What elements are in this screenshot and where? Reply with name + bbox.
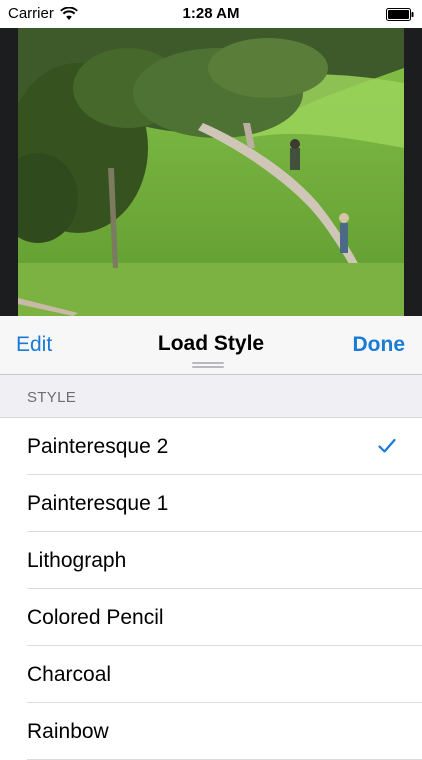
- list-item-label: Painteresque 2: [27, 435, 169, 458]
- list-item[interactable]: Painteresque 1: [0, 475, 422, 532]
- list-item[interactable]: Painteresque 2: [0, 418, 422, 475]
- done-button[interactable]: Done: [353, 333, 406, 357]
- landscape-photo[interactable]: [18, 28, 404, 316]
- list-item[interactable]: Lithograph: [0, 532, 422, 589]
- photo-preview-area: [0, 28, 422, 316]
- list-item-label: Painteresque 1: [27, 492, 169, 515]
- status-time: 1:28 AM: [182, 5, 240, 22]
- list-item[interactable]: Charcoal: [0, 646, 422, 703]
- section-header: STYLE: [0, 375, 422, 418]
- list-item[interactable]: Rainbow: [0, 703, 422, 760]
- list-item-label: Colored Pencil: [27, 606, 164, 629]
- list-item-label: Rainbow: [27, 720, 109, 743]
- checkmark-icon: [378, 438, 396, 453]
- status-bar: Carrier 1:28 AM: [0, 0, 422, 28]
- drag-handle-icon[interactable]: [192, 362, 224, 368]
- section-header-label: STYLE: [27, 389, 77, 406]
- list-item[interactable]: Colored Pencil: [0, 589, 422, 646]
- style-list: Painteresque 2 Painteresque 1 Lithograph…: [0, 418, 422, 760]
- battery-icon: [386, 8, 414, 21]
- photo-image: [18, 28, 404, 316]
- style-panel-header: Edit Load Style Done: [0, 316, 422, 375]
- list-item-label: Lithograph: [27, 549, 127, 572]
- list-item-label: Charcoal: [27, 663, 112, 686]
